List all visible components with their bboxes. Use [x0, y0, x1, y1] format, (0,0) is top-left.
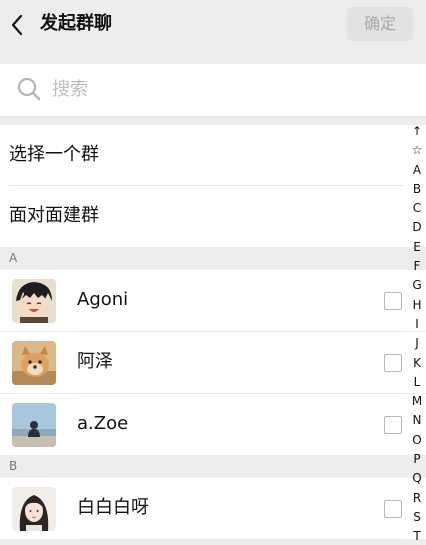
index-letter[interactable]: E: [406, 238, 426, 257]
avatar: [12, 341, 56, 385]
index-letter[interactable]: T: [406, 527, 426, 545]
divider: [0, 116, 426, 117]
face-to-face-group-label: 面对面建群: [9, 205, 99, 226]
index-letter[interactable]: ☆: [406, 141, 426, 160]
divider: [77, 539, 404, 540]
contact-row[interactable]: a.Zoe: [0, 394, 426, 455]
contact-row[interactable]: 白白白呀: [0, 478, 426, 539]
back-arrow-icon[interactable]: [6, 10, 32, 40]
section-letter: A: [9, 251, 18, 265]
section-letter: B: [9, 459, 18, 473]
index-letter[interactable]: A: [406, 161, 426, 180]
index-letter[interactable]: O: [406, 431, 426, 450]
index-letter[interactable]: P: [406, 450, 426, 469]
contact-name: Agoni: [77, 289, 129, 310]
section-header-b: B: [0, 455, 426, 478]
alphabet-index[interactable]: ↑ ☆ A B C D E F G H I J K L M N O P Q R …: [406, 122, 426, 545]
index-letter[interactable]: L: [406, 373, 426, 392]
contact-name: 阿泽: [77, 351, 113, 372]
select-group-item[interactable]: 选择一个群: [0, 125, 426, 186]
index-letter[interactable]: ↑: [406, 122, 426, 141]
contact-row[interactable]: Agoni: [0, 270, 426, 331]
page-title: 发起群聊: [40, 13, 112, 34]
contact-row[interactable]: 阿泽: [0, 332, 426, 393]
index-letter[interactable]: K: [406, 354, 426, 373]
index-letter[interactable]: N: [406, 411, 426, 430]
nav-bar: 发起群聊 确定: [0, 0, 426, 50]
index-letter[interactable]: S: [406, 508, 426, 527]
contact-name: a.Zoe: [77, 413, 129, 434]
index-letter[interactable]: Q: [406, 469, 426, 488]
index-letter[interactable]: F: [406, 257, 426, 276]
index-letter[interactable]: M: [406, 392, 426, 411]
index-letter[interactable]: J: [406, 334, 426, 353]
index-letter[interactable]: C: [406, 199, 426, 218]
contact-name: 白白白呀: [77, 497, 149, 518]
section-header-a: A: [0, 247, 426, 270]
avatar: [12, 279, 56, 323]
search-icon: [16, 76, 42, 102]
select-checkbox[interactable]: [384, 292, 402, 310]
search-bar[interactable]: 搜索: [0, 64, 426, 116]
index-letter[interactable]: D: [406, 218, 426, 237]
index-letter[interactable]: B: [406, 180, 426, 199]
index-letter[interactable]: G: [406, 276, 426, 295]
select-checkbox[interactable]: [384, 354, 402, 372]
index-letter[interactable]: R: [406, 489, 426, 508]
search-input[interactable]: 搜索: [52, 77, 88, 103]
avatar: [12, 403, 56, 447]
select-group-label: 选择一个群: [9, 144, 99, 165]
select-checkbox[interactable]: [384, 416, 402, 434]
index-letter[interactable]: I: [406, 315, 426, 334]
avatar: [12, 487, 56, 531]
index-letter[interactable]: H: [406, 296, 426, 315]
face-to-face-group-item[interactable]: 面对面建群: [0, 186, 426, 247]
confirm-button[interactable]: 确定: [347, 7, 413, 41]
select-checkbox[interactable]: [384, 500, 402, 518]
